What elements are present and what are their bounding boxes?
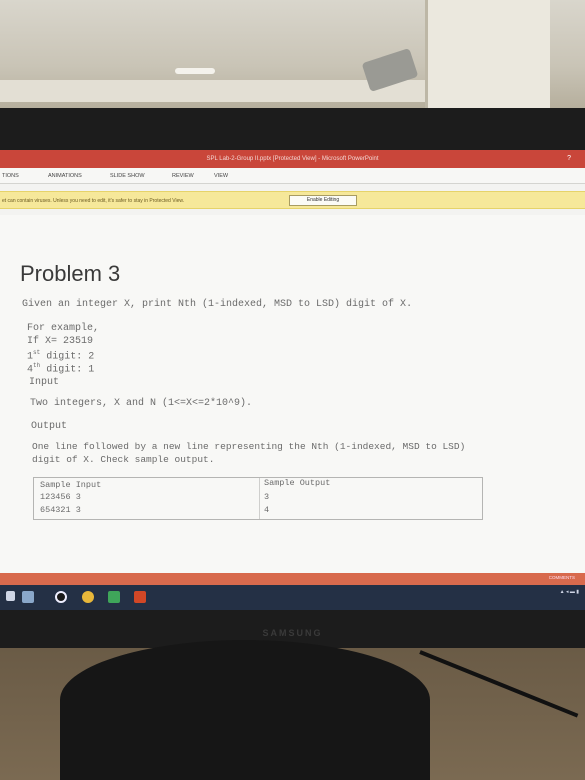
start-icon[interactable] xyxy=(6,591,15,601)
sample-output-row-2: 4 xyxy=(264,505,270,515)
taskbar: ▲ ◂ ▬ ▮ xyxy=(0,585,585,610)
tab-slide-show[interactable]: SLIDE SHOW xyxy=(102,168,164,183)
example-first-digit: 1st digit: 2 xyxy=(27,349,95,363)
sample-table: Sample Input Sample Output 123456 3 3 65… xyxy=(33,477,483,520)
powerpoint-icon[interactable] xyxy=(134,591,146,603)
protected-view-message: et can contain viruses. Unless you need … xyxy=(2,198,185,204)
room-background xyxy=(0,0,585,110)
ceiling-beam xyxy=(0,80,430,102)
window-titlebar: SPL Lab-2-Group II.pptx [Protected View]… xyxy=(0,150,585,168)
example-heading: For example, xyxy=(27,323,100,334)
system-tray[interactable]: ▲ ◂ ▬ ▮ xyxy=(560,589,579,596)
input-heading: Input xyxy=(29,377,60,388)
tab-review[interactable]: REVIEW xyxy=(164,168,204,183)
input-description: Two integers, X and N (1<=X<=2*10^9). xyxy=(30,398,253,409)
table-divider xyxy=(259,478,260,519)
ribbon-tabs: TIONS ANIMATIONS SLIDE SHOW REVIEW VIEW xyxy=(0,168,585,184)
tab-animations[interactable]: ANIMATIONS xyxy=(40,168,102,183)
monitor-screen: SPL Lab-2-Group II.pptx [Protected View]… xyxy=(0,150,585,610)
file-explorer-icon[interactable] xyxy=(22,591,34,603)
monitor-stand xyxy=(60,640,430,780)
ceiling-fan xyxy=(175,68,215,74)
tab-transitions[interactable]: TIONS xyxy=(0,168,40,183)
comments-button[interactable]: COMMENTS xyxy=(549,575,575,580)
tab-view[interactable]: VIEW xyxy=(204,168,244,183)
sample-output-row-1: 3 xyxy=(264,492,270,502)
monitor-brand-logo: SAMSUNG xyxy=(262,628,323,638)
store-icon[interactable] xyxy=(108,591,120,603)
door xyxy=(425,0,550,110)
example-x: If X= 23519 xyxy=(27,336,94,347)
chrome-icon[interactable] xyxy=(82,591,94,603)
sample-input-row-2: 654321 3 xyxy=(40,505,81,515)
status-bar: COMMENTS xyxy=(0,573,585,585)
help-icon[interactable]: ? xyxy=(567,150,571,168)
enable-editing-button[interactable]: Enable Editing xyxy=(289,195,357,206)
media-player-icon[interactable] xyxy=(55,591,67,603)
slide-canvas: Problem 3 Given an integer X, print Nth … xyxy=(0,215,585,575)
protected-view-bar: et can contain viruses. Unless you need … xyxy=(0,191,585,209)
sample-output-header: Sample Output xyxy=(264,478,331,488)
example-fourth-digit: 4th digit: 1 xyxy=(27,362,95,376)
sample-input-header: Sample Input xyxy=(40,480,102,490)
problem-statement: Given an integer X, print Nth (1-indexed… xyxy=(22,299,413,310)
sample-input-row-1: 123456 3 xyxy=(40,492,81,502)
output-heading: Output xyxy=(31,421,68,432)
output-description-line-1: One line followed by a new line represen… xyxy=(32,441,466,452)
window-title: SPL Lab-2-Group II.pptx [Protected View]… xyxy=(206,156,379,162)
slide-title: Problem 3 xyxy=(20,261,121,286)
output-description-line-2: digit of X. Check sample output. xyxy=(32,454,215,465)
